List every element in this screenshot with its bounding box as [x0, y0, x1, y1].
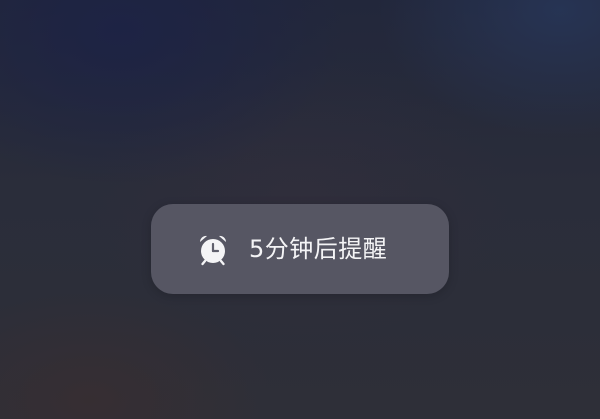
- toast-message: 5分钟后提醒: [249, 235, 388, 263]
- alarm-clock-icon: [195, 231, 231, 267]
- reminder-toast: 5分钟后提醒: [151, 204, 449, 294]
